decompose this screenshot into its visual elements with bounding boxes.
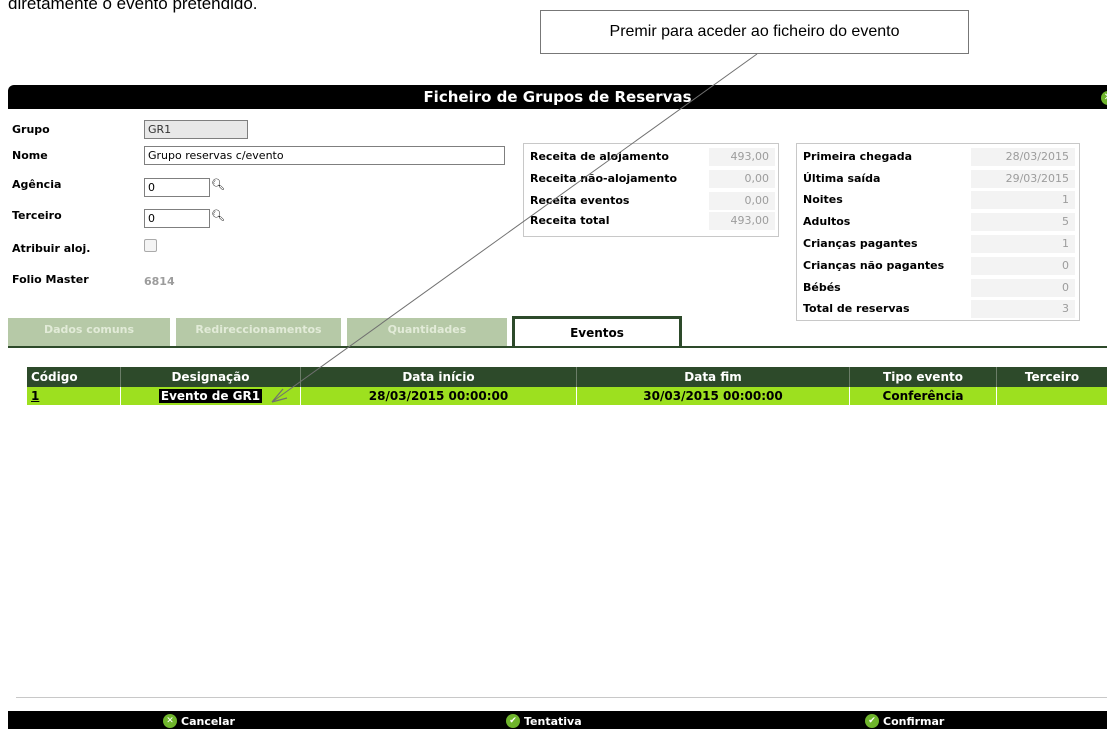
stat-row: Bébés 0 [797,277,1079,299]
stat-value: 5 [971,213,1075,231]
stat-value: 0 [971,257,1075,275]
annotation-callout-text: Premir para aceder ao ficheiro do evento [609,23,900,40]
stat-label: Primeira chegada [803,150,913,163]
cancel-button[interactable]: ✕ Cancelar [163,714,235,728]
cancel-button-label: Cancelar [181,714,235,728]
column-header-codigo[interactable]: Código [27,367,121,387]
terceiro-search-icon[interactable]: 🔍︎ [211,209,225,222]
confirm-button[interactable]: ✔ Confirmar [865,714,944,728]
grupo-field[interactable] [144,120,248,139]
column-header-terceiro[interactable]: Terceiro [997,367,1107,387]
check-icon: ✔ [865,714,879,728]
table-row[interactable]: 1 Evento de GR1 28/03/2015 00:00:00 30/0… [27,387,1107,405]
grid-header-row: Código Designação Data início Data fim T… [27,367,1107,387]
group-stats-box: Primeira chegada 28/03/2015 Última saída… [796,143,1080,321]
stat-value: 1 [971,191,1075,209]
stat-row: Crianças não pagantes 0 [797,255,1079,277]
group-reservations-window: Ficheiro de Grupos de Reservas ✕ Grupo N… [8,85,1107,729]
window-titlebar: Ficheiro de Grupos de Reservas [8,85,1107,109]
cell-designacao[interactable]: Evento de GR1 [121,387,301,405]
stat-label: Última saída [803,172,881,185]
stat-row: Noites 1 [797,189,1079,211]
agencia-field[interactable] [144,178,210,197]
stat-value: 1 [971,235,1075,253]
tentative-button[interactable]: ✔ Tentativa [506,714,582,728]
column-header-data-inicio[interactable]: Data início [301,367,577,387]
action-bar: ✕ Cancelar ✔ Tentativa ✔ Confirmar [8,711,1107,729]
receita-label: Receita de alojamento [530,150,669,163]
agencia-label: Agência [12,178,62,191]
stat-label: Crianças não pagantes [803,259,945,272]
cell-data-fim: 30/03/2015 00:00:00 [577,387,850,405]
terceiro-field[interactable] [144,209,210,228]
folio-value: 6814 [144,275,175,288]
stat-label: Adultos [803,215,851,228]
stat-label: Total de reservas [803,302,910,315]
receita-row: Receita total 493,00 [524,210,778,232]
receita-row: Receita de alojamento 493,00 [524,146,778,168]
tentative-button-label: Tentativa [524,714,582,728]
column-header-data-fim[interactable]: Data fim [577,367,850,387]
annotation-callout: Premir para aceder ao ficheiro do evento [540,10,969,54]
atribuir-label: Atribuir aloj. [12,242,91,255]
tab-dados-comuns[interactable]: Dados comuns [8,318,170,346]
receita-label: Receita não-alojamento [530,172,678,185]
stat-row: Última saída 29/03/2015 [797,168,1079,190]
cell-codigo-link[interactable]: 1 [27,387,121,405]
receita-row: Receita não-alojamento 0,00 [524,168,778,190]
stat-value: 28/03/2015 [971,148,1075,166]
cell-terceiro [997,387,1107,405]
nome-label: Nome [12,149,48,162]
receita-label: Receita eventos [530,194,630,207]
receita-row: Receita eventos 0,00 [524,190,778,212]
stat-value: 3 [971,300,1075,318]
tab-quantidades[interactable]: Quantidades [347,318,507,346]
column-header-designacao[interactable]: Designação [121,367,301,387]
stat-value: 29/03/2015 [971,170,1075,188]
grupo-label: Grupo [12,123,50,136]
agencia-search-icon[interactable]: 🔍︎ [211,178,225,191]
receita-value: 493,00 [709,212,775,230]
stat-label: Bébés [803,281,841,294]
nome-field[interactable] [144,146,505,165]
tab-eventos[interactable]: Eventos [512,316,682,348]
terceiro-label: Terceiro [12,209,62,222]
receitas-box: Receita de alojamento 493,00 Receita não… [523,143,779,237]
stat-row: Primeira chegada 28/03/2015 [797,146,1079,168]
cell-tipo-evento: Conferência [850,387,997,405]
receita-value: 0,00 [709,192,775,210]
receita-value: 493,00 [709,148,775,166]
folio-label: Folio Master [12,273,89,286]
tabs-divider [8,346,1107,348]
receita-value: 0,00 [709,170,775,188]
stat-row: Adultos 5 [797,211,1079,233]
stat-value: 0 [971,279,1075,297]
stat-row: Total de reservas 3 [797,298,1079,320]
receita-label: Receita total [530,214,610,227]
confirm-button-label: Confirmar [883,714,945,728]
stat-label: Noites [803,193,843,206]
cell-designacao-text[interactable]: Evento de GR1 [158,389,263,403]
bottom-divider [16,697,1107,698]
stat-row: Crianças pagantes 1 [797,233,1079,255]
column-header-tipo-evento[interactable]: Tipo evento [850,367,997,387]
cancel-icon: ✕ [163,714,177,728]
stat-label: Crianças pagantes [803,237,918,250]
check-icon: ✔ [506,714,520,728]
tab-redireccionamentos[interactable]: Redireccionamentos [176,318,341,346]
atribuir-checkbox[interactable] [144,239,157,252]
cell-data-inicio: 28/03/2015 00:00:00 [301,387,577,405]
window-title: Ficheiro de Grupos de Reservas [423,88,692,106]
document-caption-text: diretamente o evento pretendido. [8,0,258,13]
